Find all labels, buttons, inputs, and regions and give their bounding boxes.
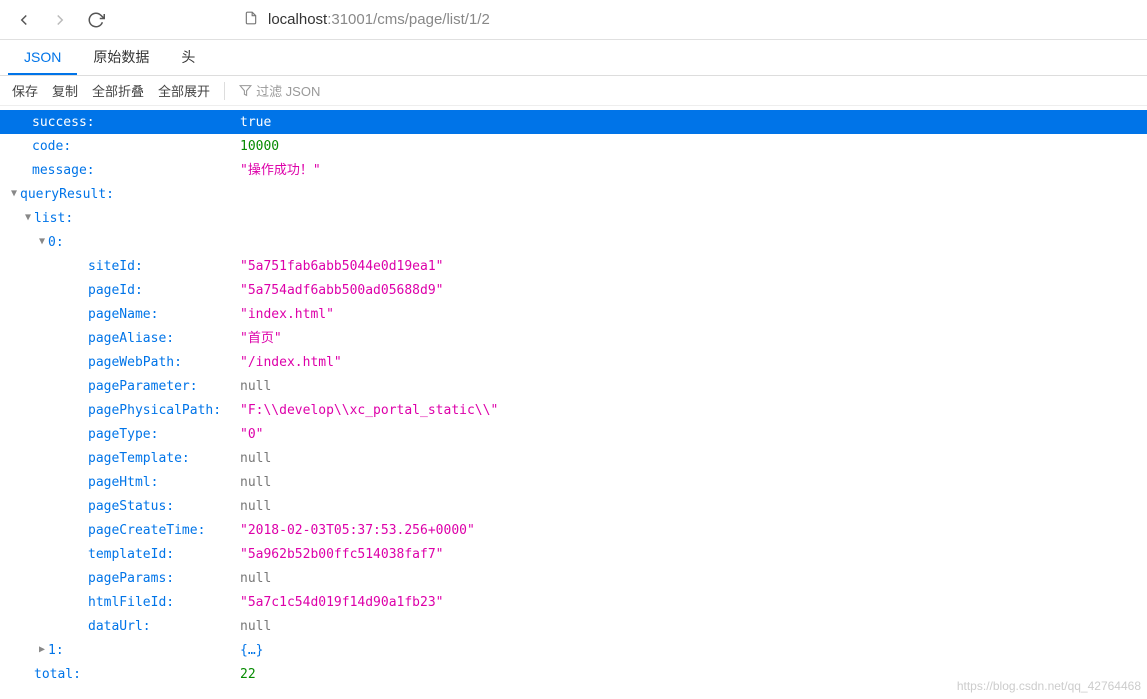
json-row-field[interactable]: pageParameter null <box>0 374 1147 398</box>
save-action[interactable]: 保存 <box>12 81 38 100</box>
json-value: "/index.html" <box>240 356 342 369</box>
json-key: templateId <box>88 548 174 561</box>
json-key: pageName <box>88 308 158 321</box>
json-row-success[interactable]: ▼ success true <box>0 110 1147 134</box>
json-value: "0" <box>240 428 263 441</box>
json-row-field[interactable]: pagePhysicalPath "F:\\develop\\xc_portal_… <box>0 398 1147 422</box>
json-key: message <box>32 164 95 177</box>
reload-button[interactable] <box>80 4 112 36</box>
collapse-arrow-icon[interactable]: ▶ <box>36 645 48 655</box>
viewer-tabs: JSON 原始数据 头 <box>0 40 1147 76</box>
json-row-field[interactable]: dataUrl null <box>0 614 1147 638</box>
json-key: pageStatus <box>88 500 174 513</box>
forward-button[interactable] <box>44 4 76 36</box>
json-value: null <box>240 476 271 489</box>
filter-icon <box>239 84 252 97</box>
copy-action[interactable]: 复制 <box>52 81 78 100</box>
json-key: list <box>34 212 73 225</box>
json-row-field[interactable]: pageCreateTime "2018-02-03T05:37:53.256+0… <box>0 518 1147 542</box>
collapse-all-action[interactable]: 全部折叠 <box>92 81 144 100</box>
json-value: "index.html" <box>240 308 334 321</box>
json-value: "5a7c1c54d019f14d90a1fb23" <box>240 596 444 609</box>
json-key: htmlFileId <box>88 596 174 609</box>
json-value: null <box>240 452 271 465</box>
json-row-field[interactable]: templateId "5a962b52b00ffc514038faf7" <box>0 542 1147 566</box>
json-row-field[interactable]: pageType "0" <box>0 422 1147 446</box>
json-row-field[interactable]: htmlFileId "5a7c1c54d019f14d90a1fb23" <box>0 590 1147 614</box>
json-key: pageTemplate <box>88 452 190 465</box>
json-value: "5a754adf6abb500ad05688d9" <box>240 284 444 297</box>
tab-json[interactable]: JSON <box>8 41 77 75</box>
json-row-field[interactable]: pageHtml null <box>0 470 1147 494</box>
json-value: "5a962b52b00ffc514038faf7" <box>240 548 444 561</box>
expand-arrow-icon[interactable]: ▼ <box>22 213 34 223</box>
json-value: "操作成功！" <box>240 164 321 177</box>
json-key: siteId <box>88 260 143 273</box>
json-row-queryresult[interactable]: ▼ queryResult <box>0 182 1147 206</box>
expand-arrow-icon[interactable]: ▼ <box>36 237 48 247</box>
json-key: 0 <box>48 236 64 249</box>
json-value: "2018-02-03T05:37:53.256+0000" <box>240 524 475 537</box>
filter-placeholder: 过滤 JSON <box>256 81 320 100</box>
url-bar[interactable]: localhost:31001/cms/page/list/1/2 <box>236 5 1139 35</box>
json-key: queryResult <box>20 188 114 201</box>
tab-raw[interactable]: 原始数据 <box>77 39 165 75</box>
json-value: true <box>240 116 271 129</box>
json-row-field[interactable]: pageTemplate null <box>0 446 1147 470</box>
expand-arrow-icon[interactable]: ▼ <box>8 189 20 199</box>
json-tree: ▼ success true ▼ code 10000 ▼ message "操… <box>0 106 1147 694</box>
json-key: pageCreateTime <box>88 524 205 537</box>
json-row-list[interactable]: ▼ list <box>0 206 1147 230</box>
json-row-field[interactable]: pageName "index.html" <box>0 302 1147 326</box>
json-key: dataUrl <box>88 620 151 633</box>
json-key: pageWebPath <box>88 356 182 369</box>
json-row-field[interactable]: pageAliase "首页" <box>0 326 1147 350</box>
json-value: 22 <box>240 668 256 681</box>
json-key: pagePhysicalPath <box>88 404 221 417</box>
json-key: 1 <box>48 644 64 657</box>
json-value: "5a751fab6abb5044e0d19ea1" <box>240 260 444 273</box>
json-row-field[interactable]: pageParams null <box>0 566 1147 590</box>
tab-headers[interactable]: 头 <box>165 39 211 75</box>
json-key: pageHtml <box>88 476 158 489</box>
json-key: pageAliase <box>88 332 174 345</box>
json-value: "F:\\develop\\xc_portal_static\\" <box>240 404 498 417</box>
json-row-idx1[interactable]: ▶ 1 {…} <box>0 638 1147 662</box>
json-value: null <box>240 572 271 585</box>
json-key: pageParams <box>88 572 174 585</box>
url-host: localhost <box>268 11 327 28</box>
json-value: null <box>240 500 271 513</box>
back-button[interactable] <box>8 4 40 36</box>
url-path: :31001/cms/page/list/1/2 <box>327 11 490 28</box>
json-row-message[interactable]: ▼ message "操作成功！" <box>0 158 1147 182</box>
json-row-field[interactable]: pageStatus null <box>0 494 1147 518</box>
json-key: total <box>34 668 81 681</box>
divider <box>224 82 225 100</box>
json-key: pageType <box>88 428 158 441</box>
json-row-field[interactable]: pageId "5a754adf6abb500ad05688d9" <box>0 278 1147 302</box>
json-row-field[interactable]: siteId "5a751fab6abb5044e0d19ea1" <box>0 254 1147 278</box>
json-value: {…} <box>240 644 263 657</box>
filter-box[interactable]: 过滤 JSON <box>239 81 320 100</box>
json-value: 10000 <box>240 140 279 153</box>
json-key: code <box>32 140 71 153</box>
action-bar: 保存 复制 全部折叠 全部展开 过滤 JSON <box>0 76 1147 106</box>
json-row-field[interactable]: pageWebPath "/index.html" <box>0 350 1147 374</box>
json-row-code[interactable]: ▼ code 10000 <box>0 134 1147 158</box>
json-key: success <box>32 116 95 129</box>
json-key: pageId <box>88 284 143 297</box>
json-value: null <box>240 620 271 633</box>
expand-all-action[interactable]: 全部展开 <box>158 81 210 100</box>
page-icon <box>244 11 258 29</box>
json-row-idx0[interactable]: ▼ 0 <box>0 230 1147 254</box>
browser-toolbar: localhost:31001/cms/page/list/1/2 <box>0 0 1147 40</box>
json-value: null <box>240 380 271 393</box>
json-key: pageParameter <box>88 380 198 393</box>
watermark: https://blog.csdn.net/qq_42764468 <box>957 679 1141 693</box>
json-value: "首页" <box>240 332 282 345</box>
